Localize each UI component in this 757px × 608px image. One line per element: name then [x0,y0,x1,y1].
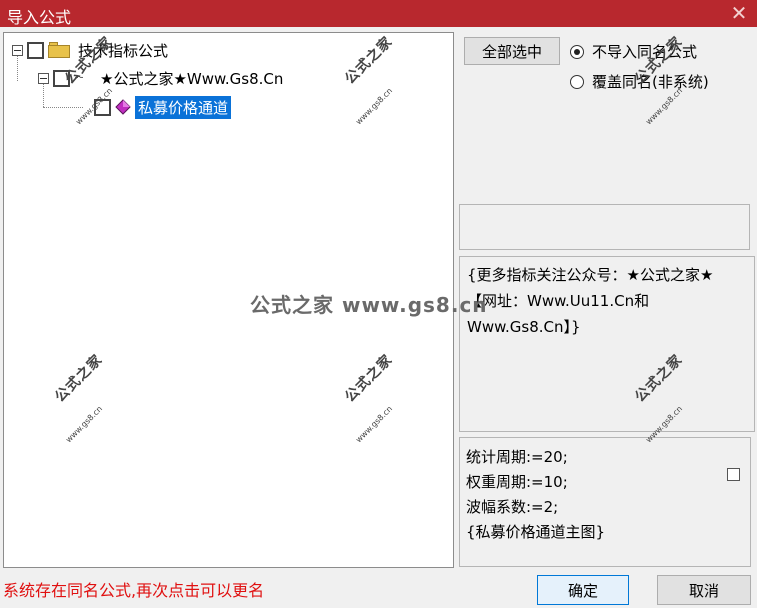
radio-button[interactable] [570,44,584,59]
title-bar: 导入公式 ✕ [0,0,757,27]
collapse-icon[interactable] [12,44,23,56]
root-checkbox[interactable] [27,41,44,59]
status-message: 系统存在同名公式,再次点击可以更名 [3,581,265,600]
parameter-line: 波幅系数:=2; [466,498,559,516]
watermark-banner: 公式之家 www.gs8.cn [250,293,488,317]
parameter-line: 权重周期:=10; [466,473,568,491]
parameters-checkbox[interactable] [727,468,740,481]
ok-button[interactable]: 确定 [537,575,629,605]
parameter-line: {私募价格通道主图} [466,523,606,541]
parameter-line: 统计周期:=20; [466,448,568,466]
window-title: 导入公式 [7,8,72,27]
formula-icon [115,99,131,115]
tree-node-root[interactable]: 技术指标公式 [12,37,168,63]
tree-node-label[interactable]: ★公式之家★Www.Gs8.Cn [100,68,283,89]
group-checkbox[interactable] [53,69,70,87]
parameters-panel: 统计周期:=20; 权重周期:=10; 波幅系数:=2; {私募价格通道主图} [459,437,751,567]
empty-field [459,204,750,250]
description-text: {更多指标关注公众号：★公式之家★ 【网址：Www.Uu11.Cn和Www.Gs… [467,266,714,336]
close-icon[interactable]: ✕ [727,1,751,25]
tree-connector [43,107,83,108]
collapse-icon[interactable] [38,72,49,84]
tree-node-label[interactable]: 技术指标公式 [78,40,168,61]
cancel-button[interactable]: 取消 [657,575,751,605]
radio-label[interactable]: 不导入同名公式 [592,41,697,62]
item-checkbox[interactable] [94,98,111,116]
tree-node-label-selected[interactable]: 私募价格通道 [135,95,232,119]
folder-icon [48,42,70,58]
group-icon: ⁃⁃ [74,72,84,84]
tree-node-group[interactable]: ⁃⁃ ★公式之家★Www.Gs8.Cn [38,65,283,91]
radio-button[interactable] [570,74,584,89]
radio-overwrite-duplicates[interactable]: 覆盖同名(非系统) [570,71,709,92]
select-all-button[interactable]: 全部选中 [464,37,560,65]
description-panel: {更多指标关注公众号：★公式之家★ 【网址：Www.Uu11.Cn和Www.Gs… [459,256,755,432]
radio-skip-duplicates[interactable]: 不导入同名公式 [570,41,697,62]
radio-label[interactable]: 覆盖同名(非系统) [592,71,709,92]
tree-node-item[interactable]: 私募价格通道 [94,94,232,120]
